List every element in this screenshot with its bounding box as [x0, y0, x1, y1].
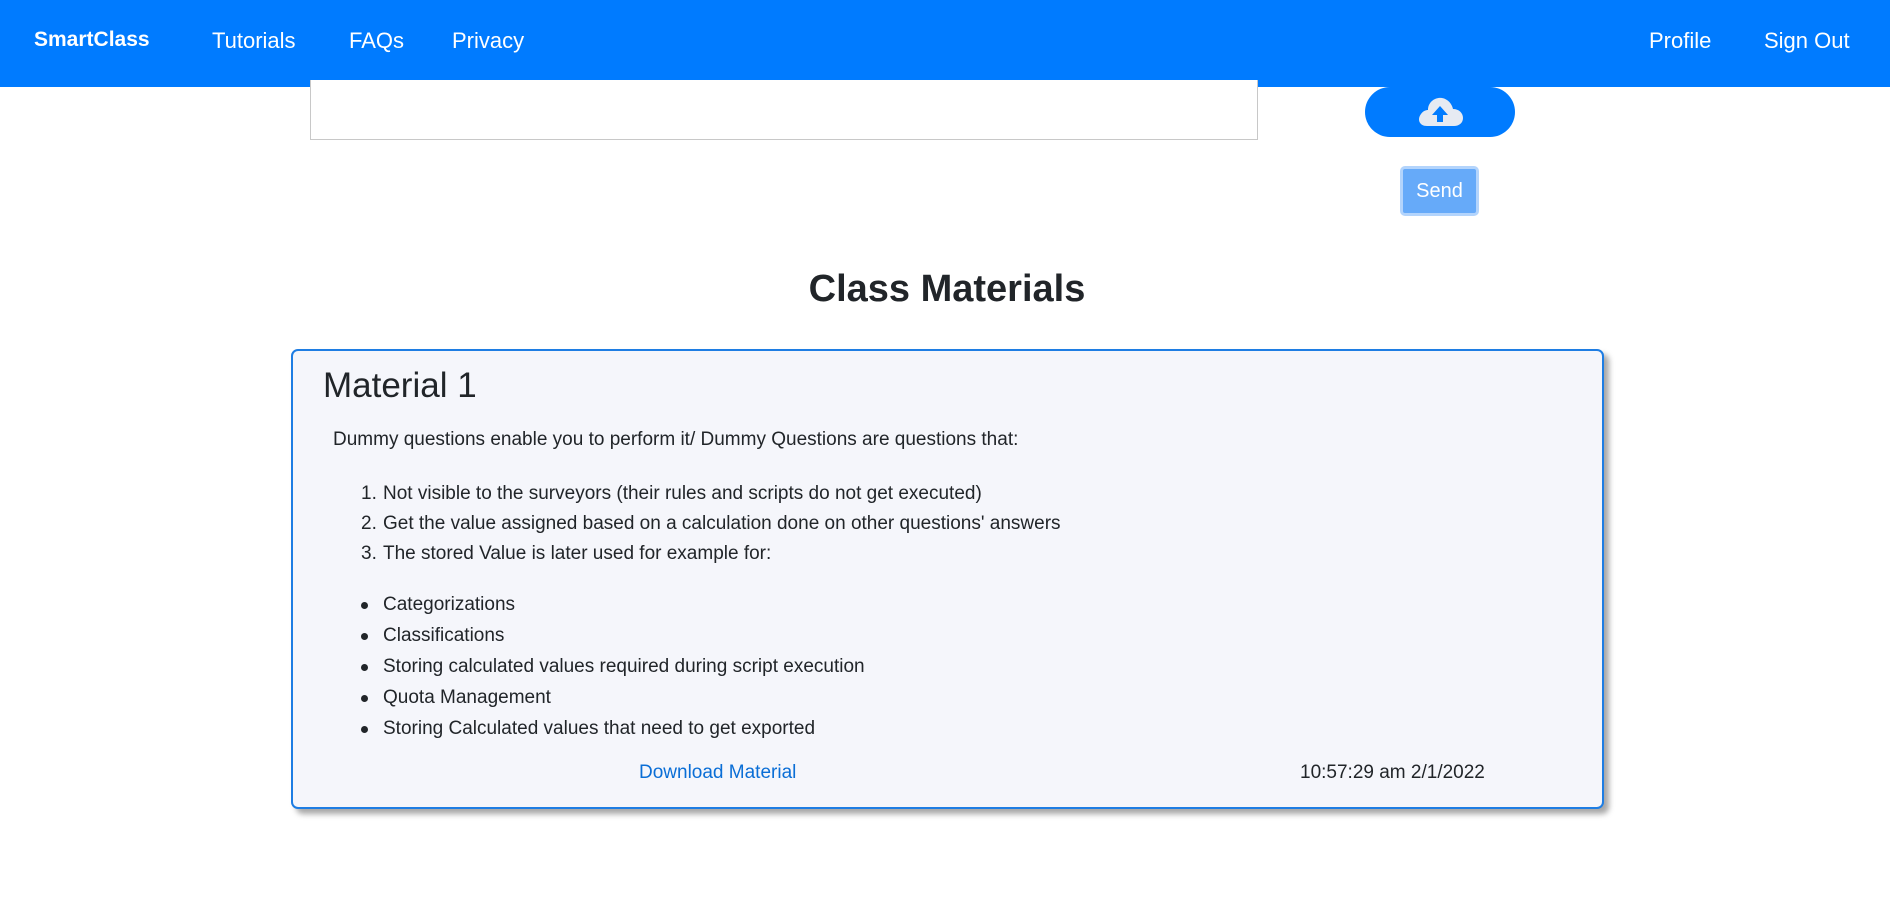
list-item: Storing calculated values required durin… [361, 651, 865, 682]
list-number: 3. [361, 543, 377, 564]
list-item: Quota Management [361, 682, 865, 713]
nav-privacy[interactable]: Privacy [452, 28, 524, 54]
nav-tutorials[interactable]: Tutorials [212, 28, 296, 54]
nav-profile[interactable]: Profile [1649, 28, 1711, 54]
list-item: 3. The stored Value is later used for exa… [361, 539, 1061, 569]
nav-faqs[interactable]: FAQs [349, 28, 404, 54]
top-navbar: SmartClass Tutorials FAQs Privacy Profil… [0, 0, 1890, 87]
list-item: 1. Not visible to the surveyors (their ru… [361, 479, 1061, 509]
brand-logo[interactable]: SmartClass [34, 28, 150, 52]
list-item-text: Not visible to the surveyors (their rule… [383, 483, 982, 504]
cloud-upload-icon [1419, 97, 1463, 126]
send-button[interactable]: Send [1400, 166, 1479, 216]
list-item: Storing Calculated values that need to g… [361, 713, 865, 744]
numbered-list: 1. Not visible to the surveyors (their ru… [361, 479, 1061, 569]
material-timestamp: 10:57:29 am 2/1/2022 [1300, 762, 1485, 783]
material-title: Material 1 [323, 366, 477, 405]
bullet-list: Categorizations Classifications Storing … [361, 589, 865, 744]
message-textarea[interactable] [310, 80, 1258, 140]
material-card: Material 1 Dummy questions enable you to… [291, 349, 1604, 809]
list-item-text: The stored Value is later used for examp… [383, 543, 772, 564]
upload-button[interactable] [1365, 87, 1515, 137]
list-item: Classifications [361, 620, 865, 651]
list-item: 2. Get the value assigned based on a calc… [361, 509, 1061, 539]
download-material-link[interactable]: Download Material [639, 762, 796, 784]
list-item: Categorizations [361, 589, 865, 620]
material-intro: Dummy questions enable you to perform it… [333, 429, 1019, 450]
list-number: 1. [361, 483, 377, 504]
list-number: 2. [361, 513, 377, 534]
list-item-text: Get the value assigned based on a calcul… [383, 513, 1061, 534]
section-title: Class Materials [808, 268, 1086, 310]
nav-sign-out[interactable]: Sign Out [1764, 28, 1850, 54]
